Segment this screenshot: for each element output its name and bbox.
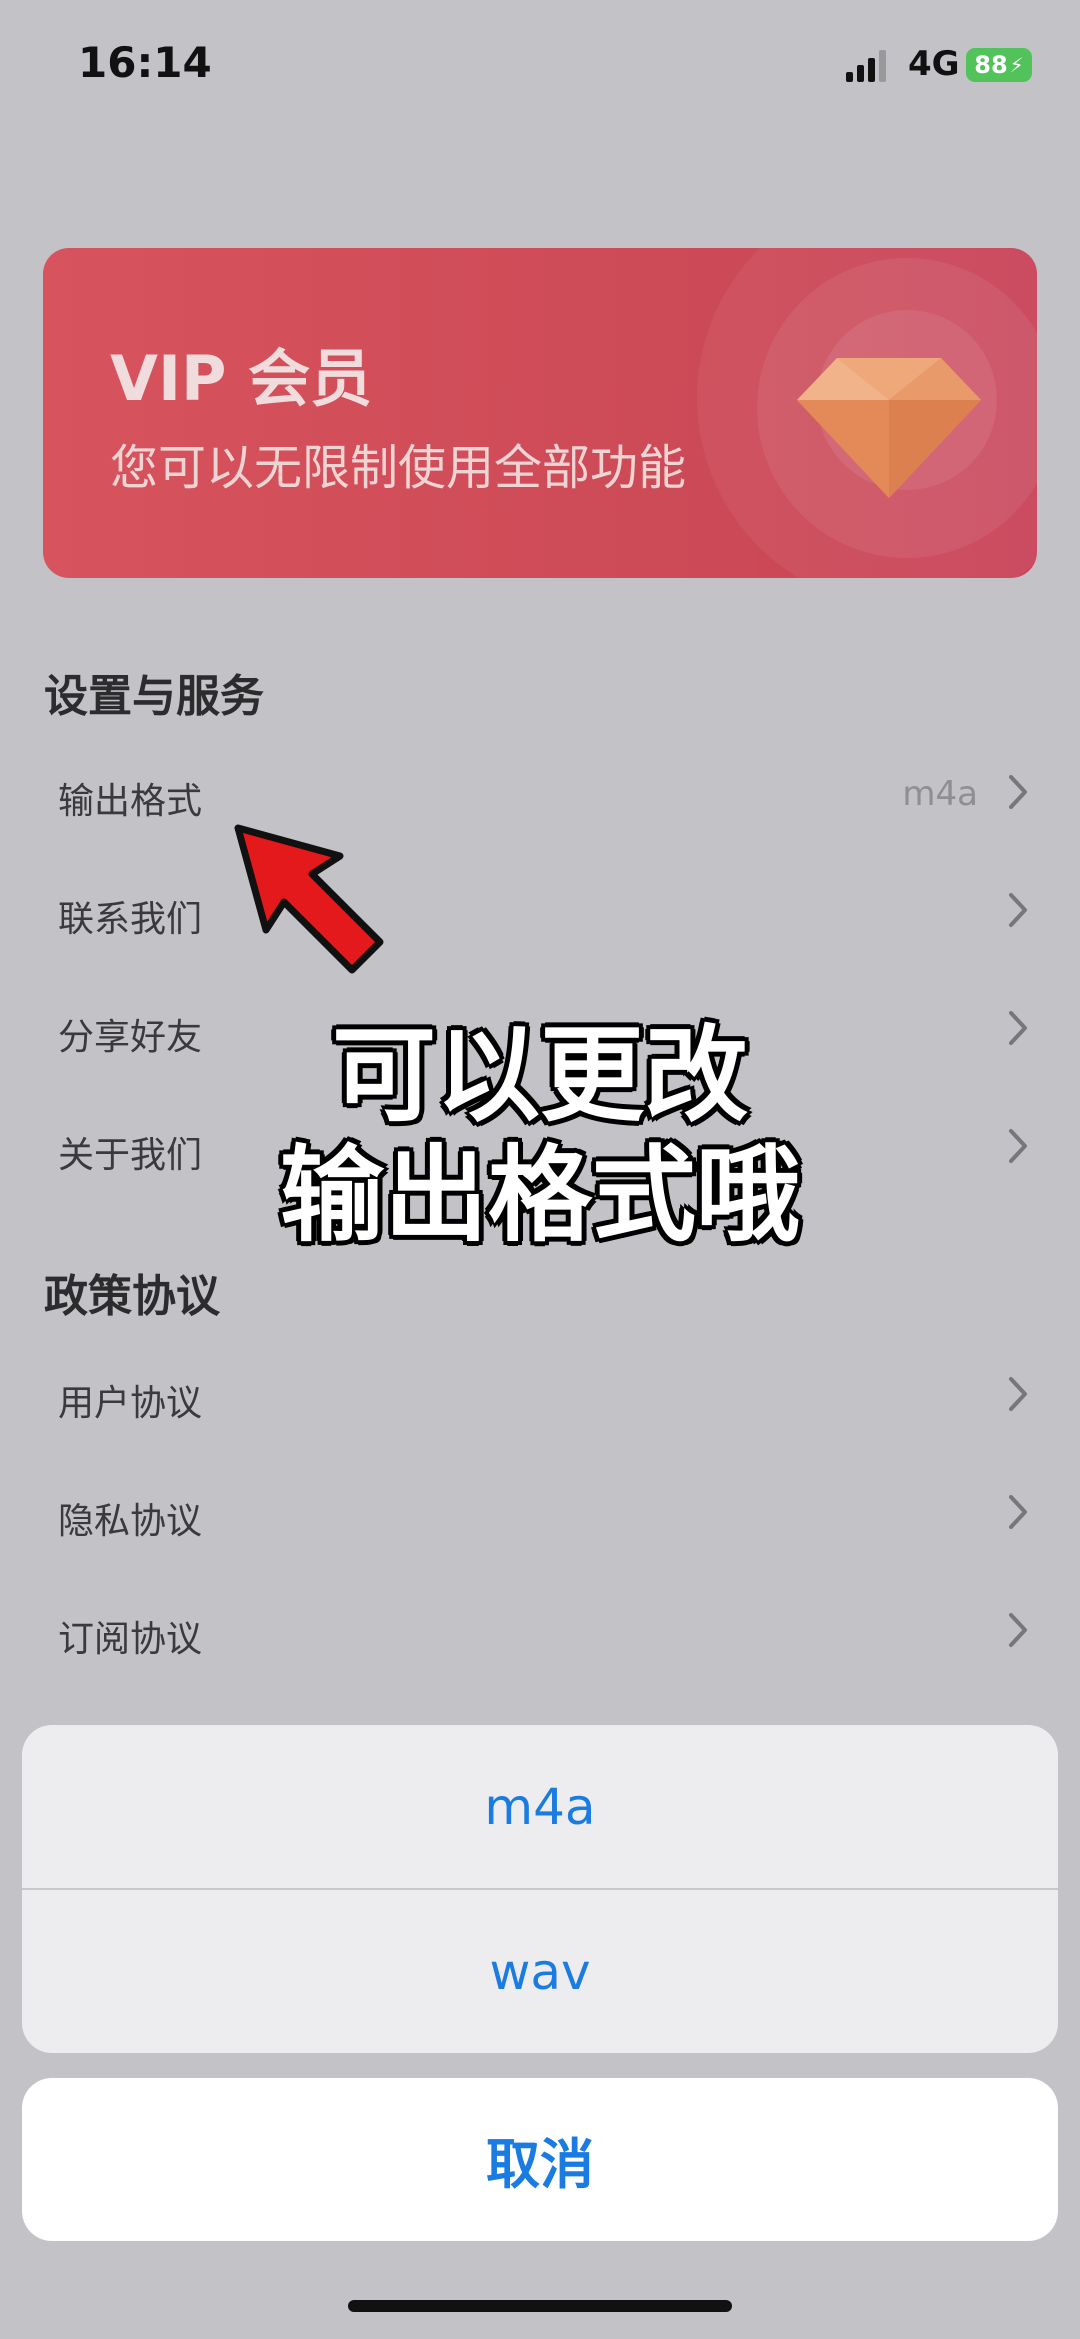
vip-subtitle: 您可以无限制使用全部功能 <box>110 440 687 496</box>
battery-icon: 88 ⚡ <box>966 48 1032 82</box>
row-label: 订阅协议 <box>58 1619 203 1660</box>
status-bar: 16:14 4G 88 ⚡ <box>0 0 1080 130</box>
overlay-caption-line2: 输出格式哦 <box>279 1134 800 1256</box>
chevron-right-icon <box>1009 1495 1027 1529</box>
vip-card[interactable]: VIP 会员 您可以无限制使用全部功能 <box>43 248 1037 578</box>
red-arrow-annotation <box>234 824 384 974</box>
output-format-value: m4a <box>902 774 978 814</box>
chevron-right-icon <box>1009 1613 1027 1647</box>
row-output-format[interactable]: 输出格式 m4a <box>44 736 1038 854</box>
option-wav[interactable]: wav <box>22 1890 1058 2053</box>
chevron-right-icon <box>1009 775 1027 809</box>
vip-title: VIP 会员 <box>110 342 373 415</box>
row-label: 隐私协议 <box>58 1501 203 1542</box>
row-label: 输出格式 <box>58 781 203 822</box>
chevron-right-icon <box>1009 1377 1027 1411</box>
action-sheet: m4a wav <box>22 1725 1058 2053</box>
battery-level: 88 <box>974 51 1008 79</box>
status-time: 16:14 <box>78 38 212 87</box>
row-label: 用户协议 <box>58 1383 203 1424</box>
row-privacy-agreement[interactable]: 隐私协议 <box>44 1456 1038 1574</box>
cancel-button[interactable]: 取消 <box>22 2078 1058 2241</box>
option-m4a[interactable]: m4a <box>22 1725 1058 1890</box>
home-indicator[interactable] <box>348 2300 732 2312</box>
signal-icon <box>846 50 886 82</box>
row-label: 联系我们 <box>58 899 203 940</box>
settings-section-title: 设置与服务 <box>44 671 264 722</box>
chevron-right-icon <box>1009 893 1027 927</box>
policy-section-title: 政策协议 <box>44 1271 220 1322</box>
diamond-icon <box>797 358 981 498</box>
row-user-agreement[interactable]: 用户协议 <box>44 1338 1038 1456</box>
network-type: 4G <box>908 44 960 84</box>
row-subscription-agreement[interactable]: 订阅协议 <box>44 1574 1038 1692</box>
row-contact-us[interactable]: 联系我们 <box>44 854 1038 972</box>
